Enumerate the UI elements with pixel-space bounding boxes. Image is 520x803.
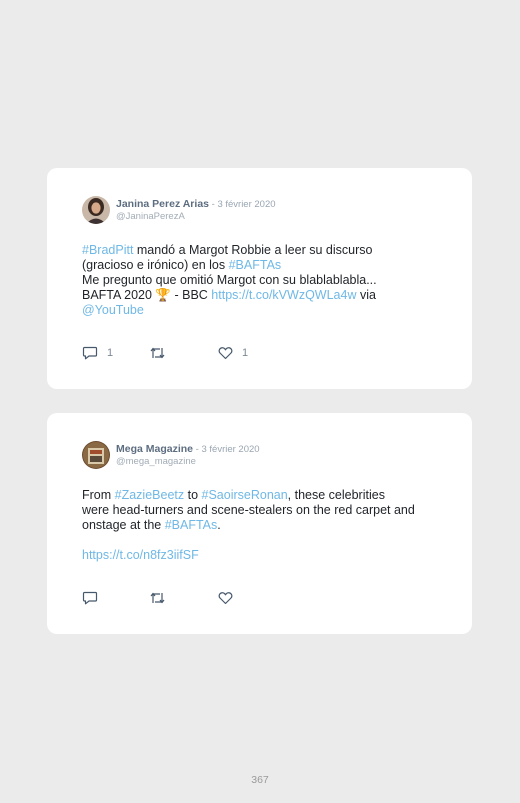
reply-icon	[82, 346, 98, 360]
hashtag-link[interactable]: #SaoirseRonan	[202, 488, 288, 502]
text: via	[356, 288, 376, 302]
tweet-card: Mega Magazine - 3 février 2020 @mega_mag…	[47, 413, 472, 634]
tweet-text: From #ZazieBeetz to #SaoirseRonan, these…	[82, 488, 452, 533]
like-count: 1	[242, 347, 249, 359]
hashtag-link[interactable]: #BradPitt	[82, 243, 133, 257]
tweet-line: were head-turners and scene-stealers on …	[82, 503, 415, 517]
retweet-button[interactable]	[149, 590, 166, 606]
tweet-line: From #ZazieBeetz to #SaoirseRonan, these…	[82, 488, 452, 503]
tweet-date[interactable]: - 3 février 2020	[193, 444, 260, 455]
tweet-card: Janina Perez Arias - 3 février 2020 @Jan…	[47, 168, 472, 389]
hashtag-link[interactable]: #BAFTAs	[165, 518, 218, 532]
author-handle[interactable]: @JaninaPerezA	[116, 211, 185, 222]
tweet-actions	[82, 590, 382, 606]
author-name[interactable]: Mega Magazine	[116, 443, 193, 455]
tweet-actions: 1 1	[82, 345, 382, 361]
tweet-line: Me pregunto que omitió Margot con su bla…	[82, 273, 377, 287]
tweet-date[interactable]: - 3 février 2020	[209, 199, 276, 210]
text: - BBC	[171, 288, 212, 302]
retweet-icon	[150, 592, 165, 604]
retweet-icon	[150, 347, 165, 359]
tweet-line: #BradPitt mandó a Margot Robbie a leer s…	[82, 243, 452, 258]
mention-link[interactable]: @YouTube	[82, 303, 144, 317]
like-button[interactable]	[218, 590, 233, 606]
tweet-line: (gracioso e irónico) en los #BAFTAs	[82, 258, 452, 273]
url-link[interactable]: https://t.co/n8fz3iifSF	[82, 548, 199, 562]
reply-icon	[82, 591, 98, 605]
author-line: Janina Perez Arias - 3 février 2020	[116, 198, 276, 211]
text: to	[184, 488, 202, 502]
trophy-emoji: 🏆	[155, 288, 171, 302]
text: onstage at the	[82, 518, 165, 532]
reply-count: 1	[107, 347, 114, 359]
heart-icon	[218, 347, 233, 360]
like-button[interactable]: 1	[218, 345, 248, 361]
text: From	[82, 488, 115, 502]
hashtag-link[interactable]: #ZazieBeetz	[115, 488, 184, 502]
text: mandó a Margot Robbie a leer su discurso	[133, 243, 373, 257]
reply-button[interactable]: 1	[82, 345, 113, 361]
reply-button[interactable]	[82, 590, 98, 606]
avatar[interactable]	[82, 196, 110, 224]
text: BAFTA 2020	[82, 288, 156, 302]
url-link[interactable]: https://t.co/kVWzQWLa4w	[211, 288, 356, 302]
avatar[interactable]	[82, 441, 110, 469]
tweet-link-line: https://t.co/n8fz3iifSF	[82, 548, 452, 563]
author-name[interactable]: Janina Perez Arias	[116, 198, 209, 210]
tweet-line: onstage at the #BAFTAs.	[82, 518, 452, 533]
text: (gracioso e irónico) en los	[82, 258, 229, 272]
text: .	[217, 518, 221, 532]
text: , these celebrities	[287, 488, 385, 502]
author-line: Mega Magazine - 3 février 2020	[116, 443, 260, 456]
author-handle[interactable]: @mega_magazine	[116, 456, 196, 467]
hashtag-link[interactable]: #BAFTAs	[229, 258, 282, 272]
tweet-line: BAFTA 2020 🏆 - BBC https://t.co/kVWzQWLa…	[82, 288, 452, 303]
tweet-text: #BradPitt mandó a Margot Robbie a leer s…	[82, 243, 452, 318]
retweet-button[interactable]	[149, 345, 166, 361]
page-number: 367	[251, 774, 269, 786]
tweet-line: @YouTube	[82, 303, 452, 318]
heart-icon	[218, 592, 233, 605]
